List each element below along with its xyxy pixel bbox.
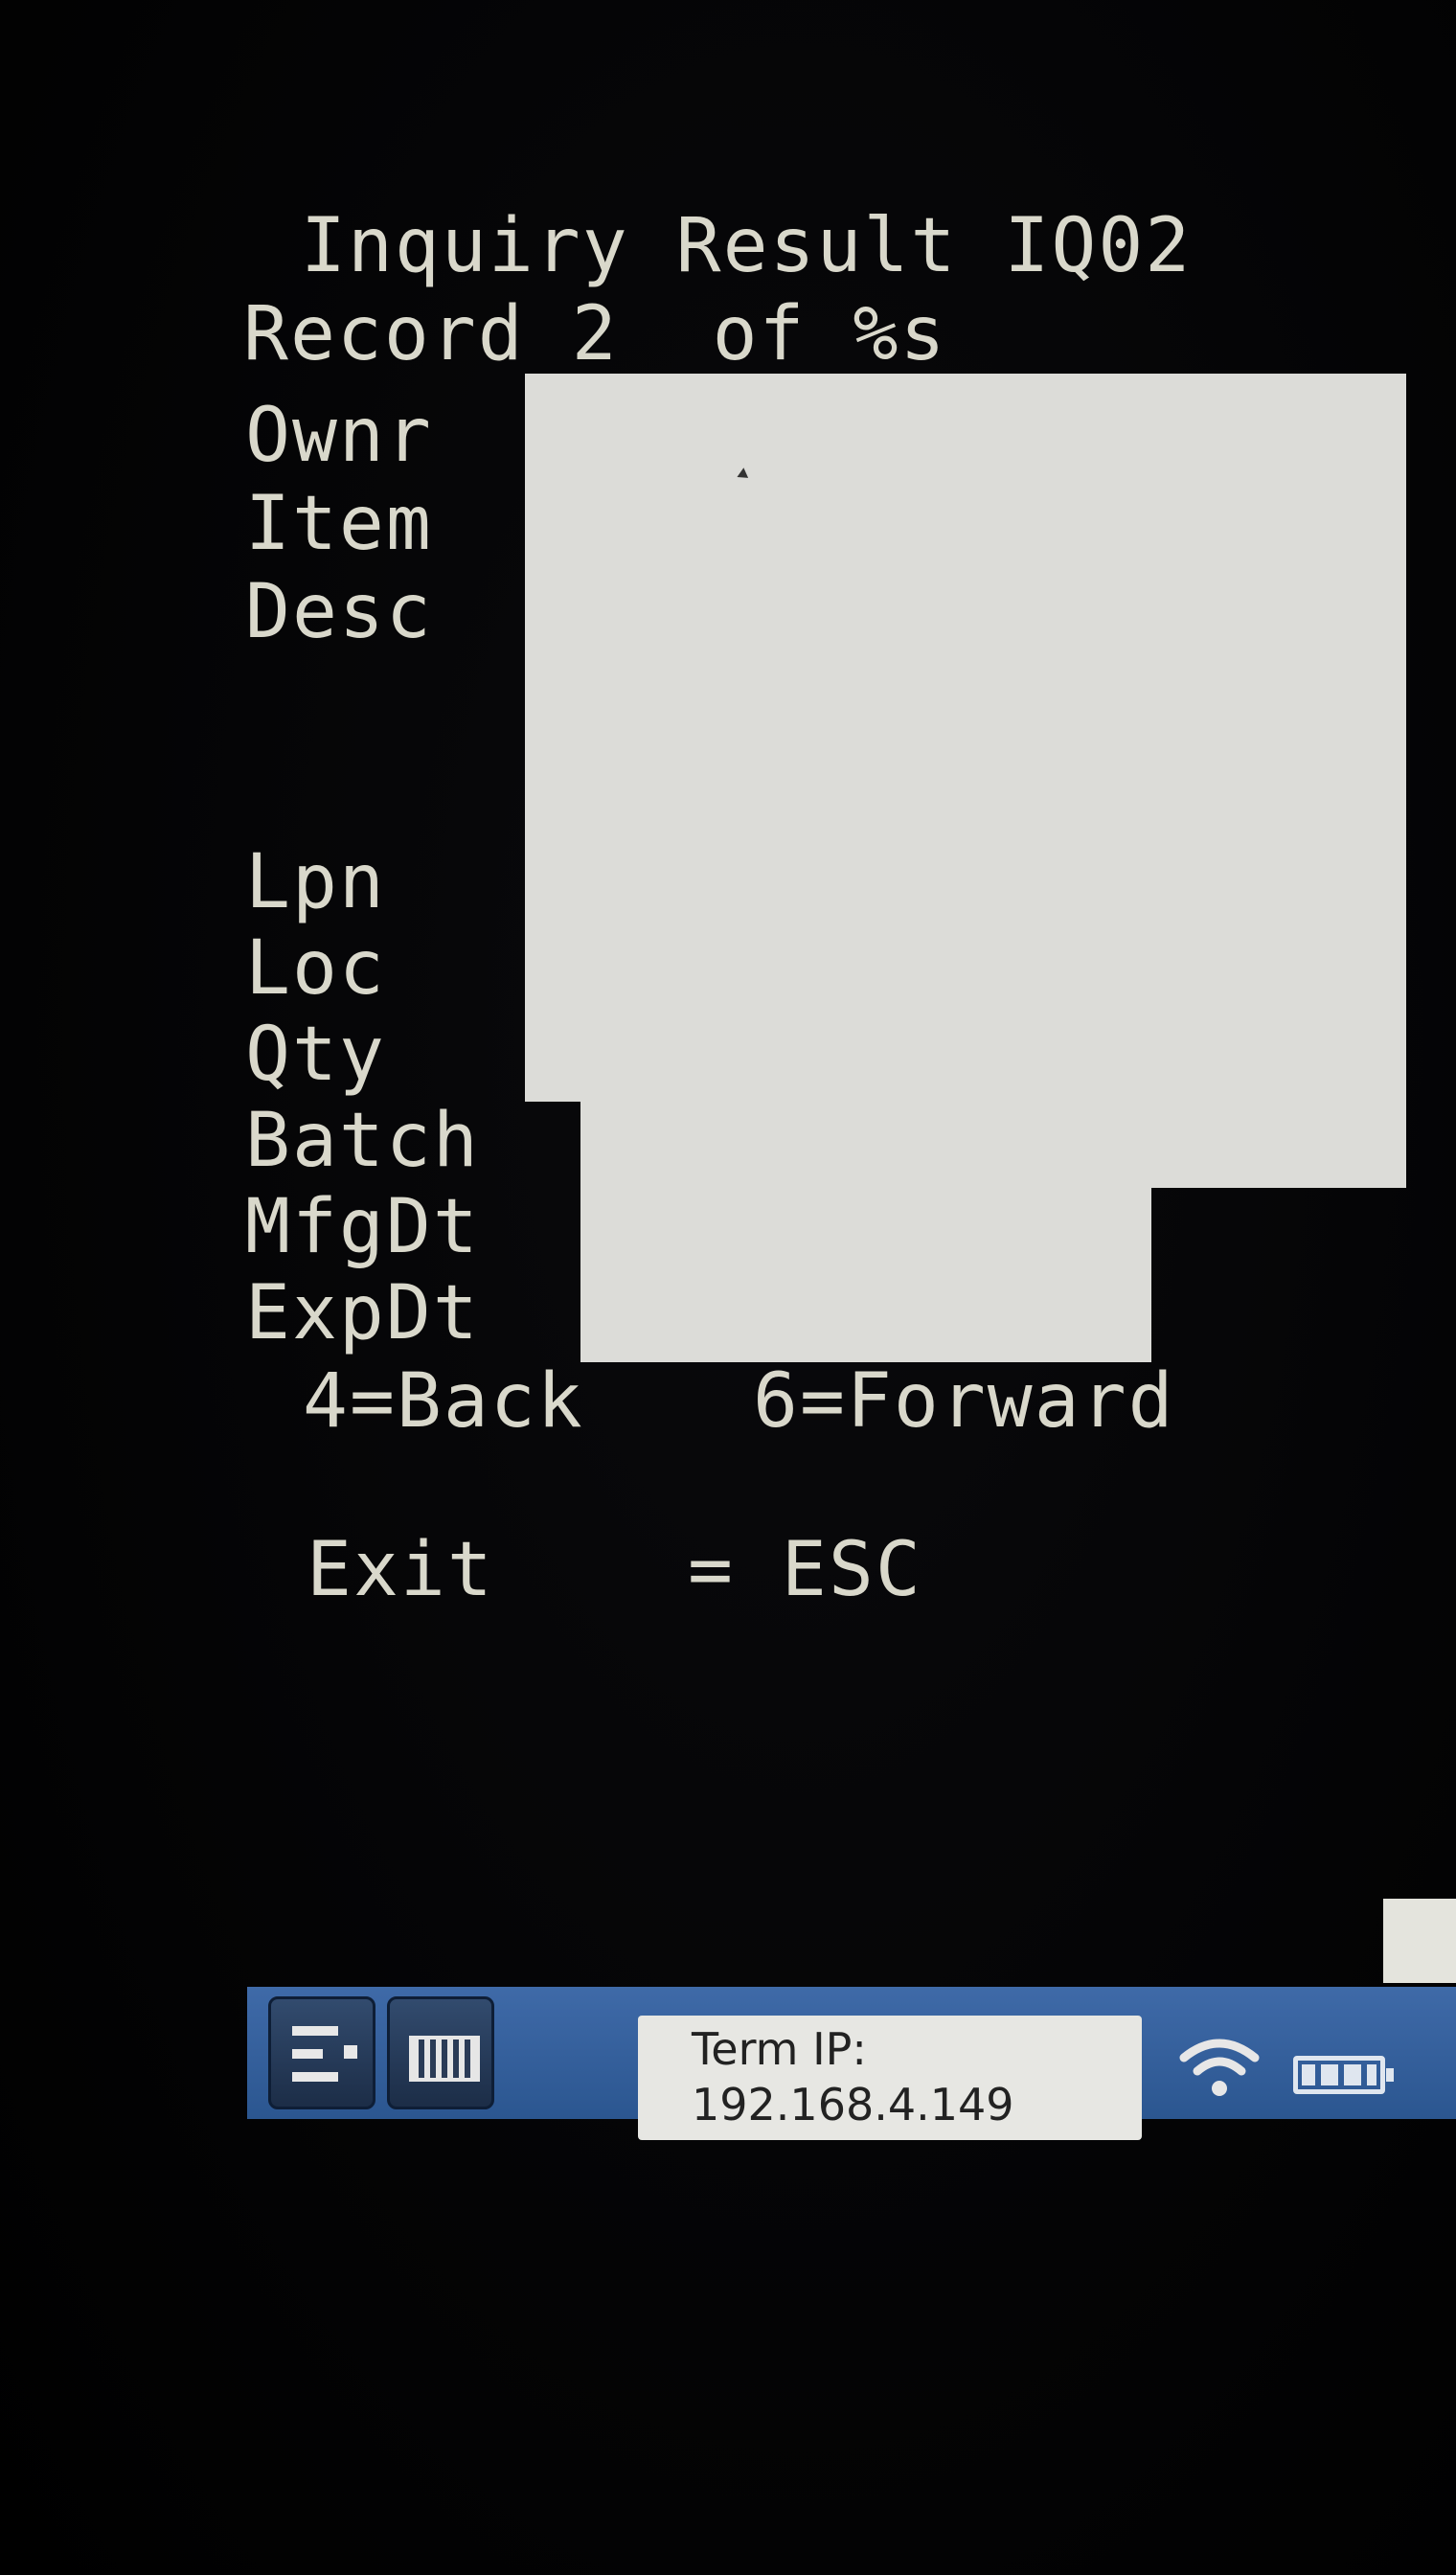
- label-ownr: Ownr: [245, 393, 433, 479]
- exit-key-hint: = ESC: [688, 1527, 922, 1613]
- label-qty: Qty: [245, 1012, 386, 1098]
- keyboard-icon: [409, 2036, 480, 2082]
- keyboard-button[interactable]: [387, 1996, 494, 2109]
- term-ip-value: 192.168.4.149: [692, 2079, 1014, 2131]
- label-loc: Loc: [245, 925, 386, 1012]
- taskbar: Term IP: 192.168.4.149: [247, 1987, 1456, 2140]
- label-mfgdt: MfgDt: [245, 1184, 480, 1270]
- batch-value-field[interactable]: [580, 1100, 1406, 1188]
- date-value-fields[interactable]: [580, 1186, 1151, 1362]
- terminal-screen: Inquiry Result IQ02 Record 2 of %s Ownr …: [0, 0, 1456, 2575]
- result-field-area[interactable]: [525, 374, 1406, 1102]
- exit-label: Exit: [307, 1527, 494, 1613]
- term-ip-panel: Term IP: 192.168.4.149: [638, 2016, 1142, 2140]
- label-desc: Desc: [245, 569, 433, 655]
- label-batch: Batch: [245, 1098, 480, 1184]
- wifi-icon: [1179, 2039, 1260, 2096]
- record-counter: Record 2 of %s: [243, 291, 947, 377]
- side-scroll-tab[interactable]: [1383, 1899, 1456, 1983]
- back-key-hint: 4=Back: [303, 1358, 584, 1445]
- label-expdt: ExpDt: [245, 1270, 480, 1356]
- battery-icon: [1293, 2056, 1394, 2094]
- forward-key-hint: 6=Forward: [753, 1358, 1175, 1445]
- label-lpn: Lpn: [245, 839, 386, 925]
- page-title: Inquiry Result IQ02: [301, 203, 1193, 289]
- term-ip-label: Term IP:: [692, 2023, 867, 2075]
- label-item: Item: [245, 481, 433, 567]
- menu-button[interactable]: [268, 1996, 375, 2109]
